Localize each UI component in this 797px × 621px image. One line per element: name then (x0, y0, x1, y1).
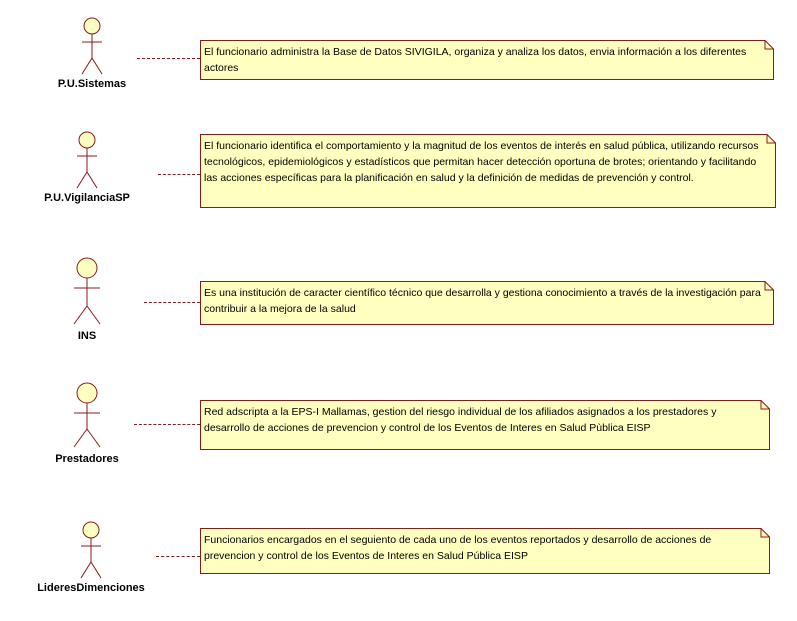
stick-figure-icon (76, 131, 98, 189)
note-text: El funcionario administra la Base de Dat… (204, 46, 747, 74)
connector-line (134, 424, 200, 425)
stick-figure-icon (73, 257, 101, 325)
connector-line (156, 556, 200, 557)
actor-label: Prestadores (55, 453, 119, 465)
note-text: El funcionario identifica el comportamie… (204, 140, 759, 184)
actor-label: P.U.VigilanciaSP (44, 192, 130, 204)
actor-label: P.U.Sistemas (57, 78, 127, 90)
connector-line (137, 58, 200, 59)
note-prestadores: Red adscripta a la EPS-I Mallamas, gesti… (200, 400, 770, 450)
stick-figure-icon (73, 382, 101, 448)
use-case-diagram: P.U.Sistemas El funcionario administra l… (0, 0, 797, 621)
connector-line (144, 302, 200, 303)
note-lideresdimenciones: Funcionarios encargados en el seguiento … (200, 528, 770, 574)
note-ins: Es una institución de caracter científic… (200, 281, 774, 325)
note-text: Funcionarios encargados en el seguiento … (204, 534, 712, 562)
note-text: Red adscripta a la EPS-I Mallamas, gesti… (204, 406, 717, 434)
actor-label: INS (77, 330, 97, 342)
note-p-u-vigilanciasp: El funcionario identifica el comportamie… (200, 134, 776, 208)
stick-figure-icon (81, 17, 103, 75)
note-p-u-sistemas: El funcionario administra la Base de Dat… (200, 40, 774, 80)
stick-figure-icon (80, 521, 102, 579)
actor-label: LideresDimenciones (37, 582, 145, 594)
connector-line (158, 174, 200, 175)
note-text: Es una institución de caracter científic… (204, 287, 761, 315)
